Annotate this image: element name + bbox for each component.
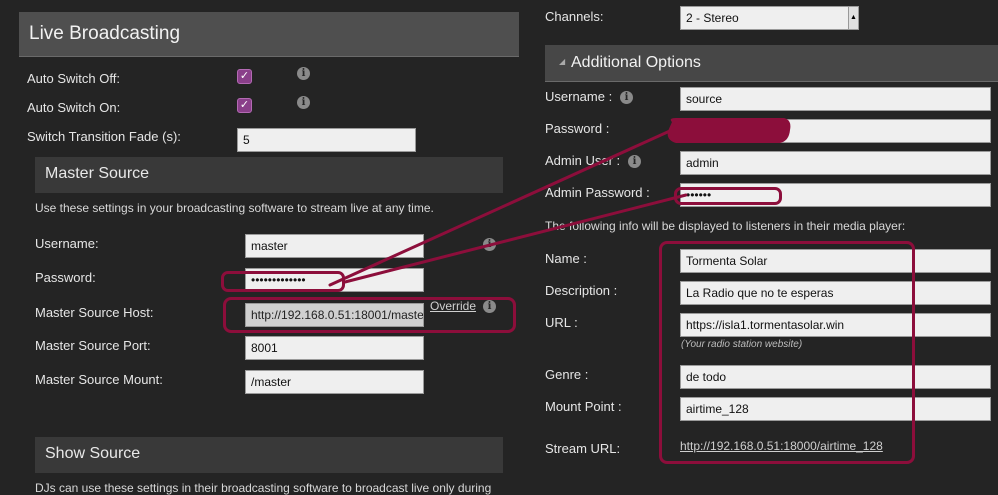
auto-switch-on-checkbox[interactable]: ✓ (237, 98, 252, 113)
master-source-description: Use these settings in your broadcasting … (35, 201, 434, 215)
master-source-title: Master Source (45, 165, 150, 182)
master-mount-input[interactable]: /master (245, 370, 424, 394)
switch-fade-label: Switch Transition Fade (s): (27, 129, 181, 144)
channels-select[interactable]: 2 - Stereo ▲ (680, 6, 859, 30)
auto-switch-off-label: Auto Switch Off: (27, 71, 120, 86)
master-username-info-icon[interactable]: i (483, 238, 496, 251)
chevron-down-icon: ▲ (848, 7, 858, 29)
master-host-label: Master Source Host: (35, 305, 154, 320)
stream-url-label: Stream URL: (545, 441, 621, 456)
listener-info-text: The following info will be displayed to … (545, 219, 906, 233)
mount-point-label: Mount Point : (545, 399, 622, 414)
channels-selected-value: 2 - Stereo (686, 11, 739, 25)
auto-switch-on-label: Auto Switch On: (27, 100, 121, 115)
annotation-master-host (223, 297, 516, 333)
master-source-header: Master Source (35, 157, 503, 193)
admin-user-info-icon[interactable]: i (628, 155, 641, 168)
additional-options-title: Additional Options (571, 54, 701, 71)
switch-fade-input[interactable]: 5 (237, 128, 416, 152)
stream-name-label: Name : (545, 251, 587, 266)
stream-password-input[interactable] (680, 119, 991, 143)
stream-password-label: Password : (545, 121, 610, 136)
show-source-title: Show Source (45, 445, 141, 462)
stream-username-info-icon[interactable]: i (620, 91, 633, 104)
annotation-admin-password (674, 187, 782, 205)
annotation-master-password (221, 271, 345, 292)
master-username-input[interactable]: master (245, 234, 424, 258)
master-mount-label: Master Source Mount: (35, 372, 163, 387)
auto-switch-on-info-icon[interactable]: i (297, 96, 310, 109)
master-password-label: Password: (35, 270, 96, 285)
admin-user-input[interactable]: admin (680, 151, 991, 175)
admin-user-label: Admin User : (545, 153, 621, 168)
auto-switch-off-info-icon[interactable]: i (297, 67, 310, 80)
show-source-header: Show Source (35, 437, 503, 473)
additional-options-header: ◢ Additional Options (545, 45, 998, 82)
stream-url-field-label: URL : (545, 315, 578, 330)
stream-username-label: Username : (545, 89, 613, 104)
master-port-input[interactable]: 8001 (245, 336, 424, 360)
admin-password-label: Admin Password : (545, 185, 650, 200)
annotation-listener-info (659, 241, 915, 464)
stream-genre-label: Genre : (545, 367, 589, 382)
stream-username-input[interactable]: source (680, 87, 991, 111)
channels-label: Channels: (545, 9, 604, 24)
collapse-icon[interactable]: ◢ (559, 57, 565, 66)
show-source-description: DJs can use these settings in their broa… (35, 481, 492, 495)
master-port-label: Master Source Port: (35, 338, 151, 353)
auto-switch-off-checkbox[interactable]: ✓ (237, 69, 252, 84)
live-broadcasting-header: Live Broadcasting (19, 12, 519, 57)
master-username-label: Username: (35, 236, 99, 251)
stream-description-label: Description : (545, 283, 618, 298)
live-broadcasting-title: Live Broadcasting (29, 23, 181, 44)
